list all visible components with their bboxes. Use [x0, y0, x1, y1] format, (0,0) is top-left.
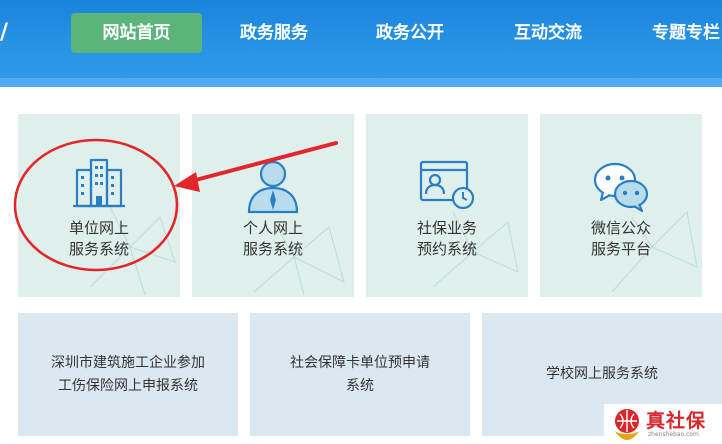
nav-item-home[interactable]: 网站首页	[71, 13, 202, 53]
system-label-line2: 工伤保险网上申报系统	[58, 377, 198, 394]
system-social-security-card-preapply[interactable]: 社会保障卡单位预申请 系统	[250, 313, 470, 436]
tile-label-line1: 单位网上	[68, 219, 129, 237]
logo-fragment: /	[0, 20, 9, 45]
system-construction-injury-insurance[interactable]: 深圳市建筑施工企业参加 工伤保险网上申报系统	[18, 313, 238, 436]
nav-item-gov-services[interactable]: 政务服务	[222, 13, 326, 53]
building-icon	[73, 158, 125, 208]
watermark-title: 真社保	[646, 410, 707, 432]
watermark-subtitle: zhenshebao.com	[648, 431, 699, 438]
tile-label: 社保业务 预约系统	[366, 218, 528, 260]
watermark: 真社保 zhenshebao.com	[604, 404, 722, 444]
nav-bottom-strip	[0, 78, 722, 87]
top-nav-bar: / 网站首页 政务服务 政务公开 互动交流 专题专栏	[0, 0, 722, 87]
nav-item-interaction[interactable]: 互动交流	[496, 13, 600, 53]
tile-label-line2: 服务系统	[68, 240, 129, 258]
id-card-clock-icon	[419, 160, 475, 210]
nav-item-gov-affairs[interactable]: 政务公开	[358, 13, 462, 53]
tile-label-line1: 个人网上	[242, 219, 303, 237]
person-icon	[247, 160, 299, 214]
tile-label-line2: 预约系统	[416, 240, 477, 258]
tile-label-line1: 社保业务	[416, 219, 477, 237]
tile-personal-online-service[interactable]: 个人网上 服务系统	[192, 114, 354, 297]
system-label-line1: 深圳市建筑施工企业参加	[51, 354, 205, 371]
system-label-line1: 社会保障卡单位预申请	[290, 354, 430, 371]
tile-label: 单位网上 服务系统	[18, 218, 180, 260]
watermark-logo-icon	[615, 409, 639, 440]
tile-label: 微信公众 服务平台	[540, 218, 702, 260]
system-label: 学校网上服务系统	[546, 363, 658, 386]
system-label-line2: 系统	[346, 377, 374, 394]
tile-social-insurance-appointment[interactable]: 社保业务 预约系统	[366, 114, 528, 297]
system-label: 深圳市建筑施工企业参加 工伤保险网上申报系统	[51, 352, 205, 398]
tile-label-line2: 服务平台	[590, 240, 651, 258]
tile-label-line1: 微信公众	[590, 219, 651, 237]
tile-company-online-service[interactable]: 单位网上 服务系统	[18, 114, 180, 297]
tile-wechat-service-platform[interactable]: 微信公众 服务平台	[540, 114, 702, 297]
system-label-line1: 学校网上服务系统	[546, 366, 658, 382]
nav-item-special-topics[interactable]: 专题专栏	[634, 13, 722, 53]
wechat-icon	[593, 162, 649, 213]
system-label: 社会保障卡单位预申请 系统	[290, 352, 430, 398]
tile-label: 个人网上 服务系统	[192, 218, 354, 260]
tile-label-line2: 服务系统	[242, 240, 303, 258]
